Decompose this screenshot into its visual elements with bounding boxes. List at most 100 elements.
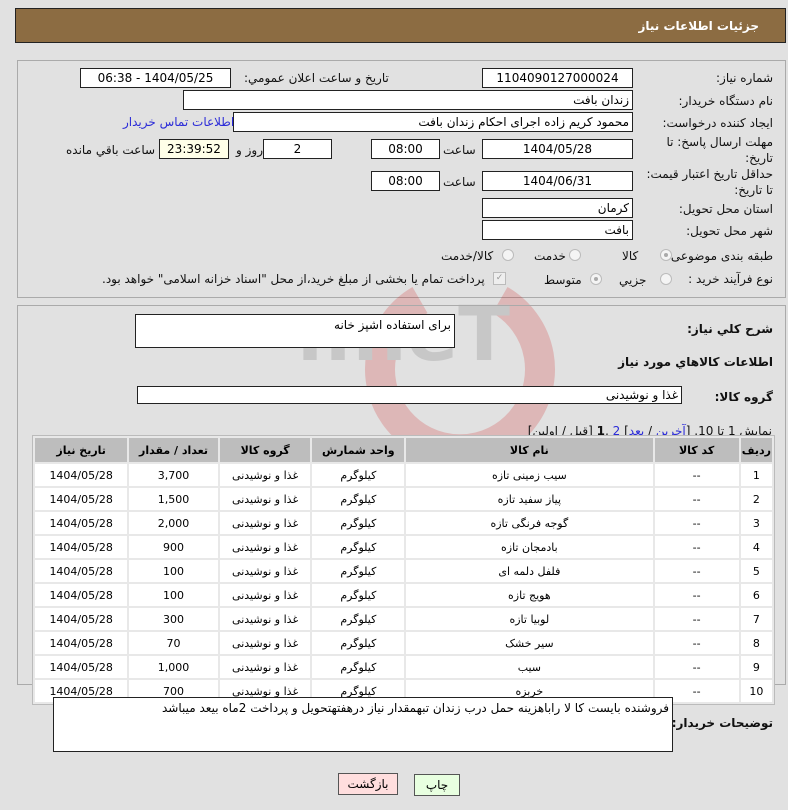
process-radio-minor[interactable]: [660, 273, 672, 285]
buyer-org-label: نام دستگاه خریدار:: [678, 94, 774, 108]
table-cell: 1,500: [129, 488, 218, 510]
table-cell: --: [654, 560, 739, 582]
column-header: تعداد / مقدار: [129, 438, 218, 462]
table-cell: 4: [740, 536, 772, 558]
deadline-date-field: 1404/05/28: [482, 139, 633, 159]
table-cell: --: [654, 608, 739, 630]
table-cell: 1404/05/28: [35, 608, 128, 630]
table-cell: غذا و نوشیدنی: [219, 488, 311, 510]
process-radio-medium[interactable]: [590, 273, 602, 285]
goods-group-label: گروه کالا:: [714, 390, 773, 404]
table-cell: 2,000: [129, 512, 218, 534]
table-cell: 3: [740, 512, 772, 534]
notes-label: توضیحات خریدار:: [671, 716, 773, 730]
remaining-time-field: 23:39:52: [159, 139, 229, 159]
table-row: 7 -- لوبیا تازه کیلوگرم غذا و نوشیدنی 300 1404…: [35, 608, 772, 630]
table-cell: غذا و نوشیدنی: [219, 536, 311, 558]
column-header: کد کالا: [654, 438, 739, 462]
creator-field: محمود کریم زاده اجرای احکام زندان بافت: [233, 112, 633, 132]
announce-field: 1404/05/25 - 06:38: [80, 68, 231, 88]
description-text: برای استفاده اشپز خانه: [334, 318, 451, 332]
table-cell: کیلوگرم: [312, 560, 405, 582]
creator-label: ایجاد کننده درخواست:: [662, 116, 773, 130]
table-cell: --: [654, 512, 739, 534]
table-row: 9 -- سیب کیلوگرم غذا و نوشیدنی 1,000 1404/05/2…: [35, 656, 772, 678]
table-cell: --: [654, 584, 739, 606]
column-header: نام کالا: [406, 438, 653, 462]
city-label: شهر محل تحویل:: [686, 224, 773, 238]
table-cell: --: [654, 488, 739, 510]
validity-label: حداقل تاریخ اعتبار قیمت: تا تاریخ:: [646, 167, 773, 197]
table-cell: کیلوگرم: [312, 632, 405, 654]
table-cell: --: [654, 656, 739, 678]
need-number-label: شماره نیاز:: [716, 71, 773, 85]
table-row: 2 -- پیاز سفید تازه کیلوگرم غذا و نوشیدنی 1,5…: [35, 488, 772, 510]
column-header: ردیف: [740, 438, 772, 462]
table-cell: 1404/05/28: [35, 536, 128, 558]
validity-time-field: 08:00: [371, 171, 440, 191]
table-row: 1 -- سیب زمینی تازه کیلوگرم غذا و نوشیدنی 3,7…: [35, 464, 772, 486]
category-goods-label: کالا: [622, 249, 639, 263]
province-label: استان محل تحویل:: [678, 202, 773, 216]
table-header-row: ردیف کد کالا نام کالا واحد شمارش گروه کالا تع…: [35, 438, 772, 462]
goods-table-wrap: ردیف کد کالا نام کالا واحد شمارش گروه کالا تع…: [32, 435, 775, 705]
goods-info-title: اطلاعات کالاهاي مورد نیاز: [618, 355, 773, 369]
table-cell: بادمجان تازه: [406, 536, 653, 558]
payment-note: پرداخت تمام یا بخشی از مبلغ خرید،از محل …: [102, 272, 485, 286]
description-textarea[interactable]: برای استفاده اشپز خانه: [135, 314, 455, 348]
deadline-time-field: 08:00: [371, 139, 440, 159]
days-label: روز و: [236, 143, 263, 157]
table-cell: لوبیا تازه: [406, 608, 653, 630]
table-cell: 6: [740, 584, 772, 606]
table-cell: --: [654, 464, 739, 486]
table-cell: 7: [740, 608, 772, 630]
process-medium-label: متوسط: [544, 273, 582, 287]
table-cell: 1404/05/28: [35, 512, 128, 534]
table-cell: سیب زمینی تازه: [406, 464, 653, 486]
category-radio-both[interactable]: [502, 249, 514, 261]
table-cell: غذا و نوشیدنی: [219, 584, 311, 606]
category-radio-goods[interactable]: [660, 249, 672, 261]
table-cell: گوجه فرنگی تازه: [406, 512, 653, 534]
notes-text: فروشنده بایست کا لا راباهزینه حمل درب زن…: [162, 701, 669, 715]
process-minor-label: جزیي: [619, 273, 647, 287]
contact-buyer-link[interactable]: اطلاعات تماس خریدار: [123, 115, 234, 129]
table-cell: هویج تازه: [406, 584, 653, 606]
notes-textarea[interactable]: فروشنده بایست کا لا راباهزینه حمل درب زن…: [53, 697, 673, 752]
table-cell: کیلوگرم: [312, 464, 405, 486]
table-cell: کیلوگرم: [312, 584, 405, 606]
table-cell: غذا و نوشیدنی: [219, 560, 311, 582]
page-header: جزئیات اطلاعات نیاز: [15, 8, 786, 43]
table-row: 6 -- هویج تازه کیلوگرم غذا و نوشیدنی 100 1404/…: [35, 584, 772, 606]
category-service-label: خدمت: [534, 249, 566, 263]
table-cell: --: [654, 632, 739, 654]
description-label: شرح کلي نیاز:: [687, 322, 773, 336]
column-header: واحد شمارش: [312, 438, 405, 462]
payment-checkbox[interactable]: ✓: [493, 272, 506, 285]
table-cell: 1404/05/28: [35, 584, 128, 606]
validity-time-label: ساعت: [443, 175, 476, 189]
back-button[interactable]: بازگشت: [338, 773, 398, 795]
table-cell: 1: [740, 464, 772, 486]
announce-label: تاریخ و ساعت اعلان عمومي:: [244, 71, 389, 85]
deadline-time-label: ساعت: [443, 143, 476, 157]
category-radio-service[interactable]: [569, 249, 581, 261]
deadline-label: مهلت ارسال پاسخ: تا تاریخ:: [666, 135, 773, 165]
table-row: 3 -- گوجه فرنگی تازه کیلوگرم غذا و نوشیدنی 2,…: [35, 512, 772, 534]
category-both-label: کالا/خدمت: [441, 249, 494, 263]
table-cell: 1404/05/28: [35, 488, 128, 510]
need-number-field: 1104090127000024: [482, 68, 633, 88]
table-cell: 10: [740, 680, 772, 702]
table-cell: کیلوگرم: [312, 608, 405, 630]
table-cell: کیلوگرم: [312, 488, 405, 510]
table-row: 8 -- سیر خشک کیلوگرم غذا و نوشیدنی 70 1404/05/…: [35, 632, 772, 654]
table-cell: 1404/05/28: [35, 464, 128, 486]
print-button[interactable]: چاپ: [414, 774, 460, 796]
table-cell: پیاز سفید تازه: [406, 488, 653, 510]
table-cell: سیر خشک: [406, 632, 653, 654]
days-field: 2: [263, 139, 332, 159]
remaining-label: ساعت باقي مانده: [66, 143, 156, 157]
page-title: جزئیات اطلاعات نیاز: [638, 19, 759, 33]
table-cell: غذا و نوشیدنی: [219, 632, 311, 654]
province-field: کرمان: [482, 198, 633, 218]
